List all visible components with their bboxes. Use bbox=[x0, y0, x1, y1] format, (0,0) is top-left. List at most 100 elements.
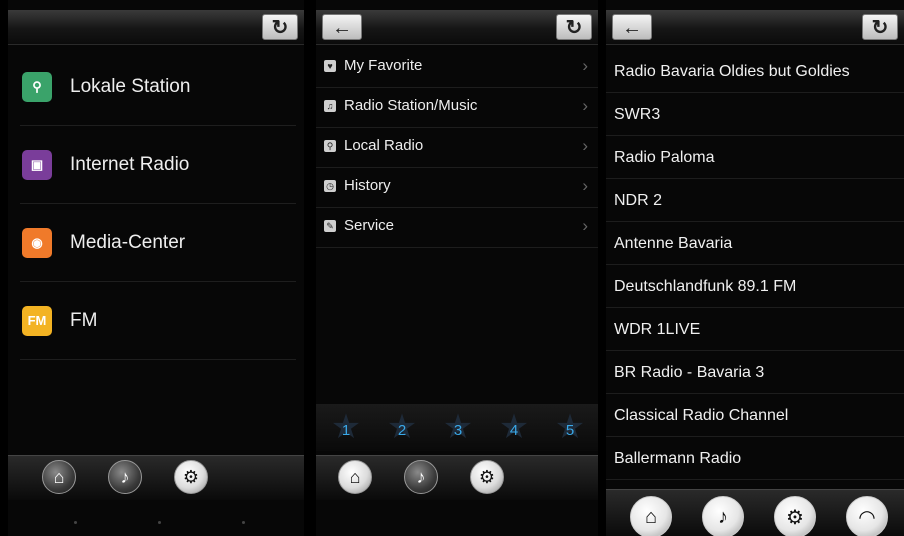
music-note-icon: ♪ bbox=[120, 466, 130, 487]
home-button[interactable]: ⌂ bbox=[42, 460, 76, 494]
station-name: Radio Paloma bbox=[614, 149, 715, 166]
page-indicator-dot bbox=[242, 521, 245, 524]
station-row[interactable]: Radio Bavaria Oldies but Goldies bbox=[606, 50, 904, 93]
station-row[interactable]: Classical Radio Channel bbox=[606, 394, 904, 437]
bottom-nav: ⌂ ♪ ⚙ bbox=[316, 455, 598, 500]
station-name: SWR3 bbox=[614, 106, 661, 123]
music-note-icon: ♪ bbox=[718, 505, 728, 528]
preset-button-1[interactable]: ★ 1 bbox=[318, 404, 374, 451]
menu-item-lokale-station[interactable]: ⚲ Lokale Station bbox=[20, 48, 296, 126]
refresh-icon: ↻ bbox=[271, 17, 289, 39]
refresh-button[interactable]: ↻ bbox=[556, 14, 592, 40]
back-arrow-icon: ← bbox=[332, 17, 352, 39]
station-row[interactable]: Ballermann Radio bbox=[606, 437, 904, 480]
chevron-right-icon: › bbox=[582, 96, 588, 115]
station-row[interactable]: BR Radio - Bavaria 3 bbox=[606, 351, 904, 394]
station-row[interactable]: Radio Paloma bbox=[606, 136, 904, 179]
menu-item-internet-radio[interactable]: ▣ Internet Radio bbox=[20, 126, 296, 204]
wifi-settings-button[interactable]: ◠ bbox=[846, 496, 888, 536]
menu-item-fm[interactable]: FM FM bbox=[20, 282, 296, 360]
preset-button-5[interactable]: ★ 5 bbox=[542, 404, 598, 451]
top-bar: ↻ bbox=[8, 10, 304, 45]
preset-button-4[interactable]: ★ 4 bbox=[486, 404, 542, 451]
chevron-right-icon: › bbox=[582, 56, 588, 75]
menu-item-my-favorite[interactable]: ♥ My Favorite › bbox=[316, 48, 598, 88]
heart-icon: ♥ bbox=[324, 60, 336, 72]
top-bar: ← ↻ bbox=[606, 10, 904, 45]
refresh-icon: ↻ bbox=[565, 17, 583, 39]
chevron-right-icon: › bbox=[582, 216, 588, 235]
back-button[interactable]: ← bbox=[322, 14, 362, 40]
station-row[interactable]: WDR 1LIVE bbox=[606, 308, 904, 351]
menu-item-label: History bbox=[344, 177, 391, 194]
music-button[interactable]: ♪ bbox=[404, 460, 438, 494]
menu-item-service[interactable]: ✎ Service › bbox=[316, 208, 598, 248]
gear-icon: ⚙ bbox=[786, 506, 804, 529]
menu-item-label: Media-Center bbox=[70, 231, 186, 253]
chevron-right-icon: › bbox=[582, 136, 588, 155]
station-name: Deutschlandfunk 89.1 FM bbox=[614, 278, 797, 295]
station-name: NDR 2 bbox=[614, 192, 663, 209]
settings-button[interactable]: ⚙ bbox=[174, 460, 208, 494]
radio-menu-panel: ← ↻ ♥ My Favorite › ♫ Radio Station/Musi… bbox=[316, 0, 598, 536]
clock-icon: ◷ bbox=[324, 180, 336, 192]
disc-icon: ◉ bbox=[22, 227, 52, 258]
station-row[interactable]: Deutschlandfunk 89.1 FM bbox=[606, 265, 904, 308]
station-name: WDR 1LIVE bbox=[614, 321, 701, 338]
wifi-icon: ◠ bbox=[858, 506, 876, 529]
station-row[interactable]: NDR 2 bbox=[606, 179, 904, 222]
preset-bar: ★ 1 ★ 2 ★ 3 ★ 4 ★ 5 bbox=[316, 404, 598, 451]
back-button[interactable]: ← bbox=[612, 14, 652, 40]
preset-number: 4 bbox=[509, 422, 519, 439]
station-row[interactable]: Antenne Bavaria bbox=[606, 222, 904, 265]
menu-item-label: Local Radio bbox=[344, 137, 424, 154]
menu-item-label: Service bbox=[344, 217, 395, 234]
station-name: Classical Radio Channel bbox=[614, 407, 789, 424]
preset-button-2[interactable]: ★ 2 bbox=[374, 404, 430, 451]
menu-item-label: Radio Station/Music bbox=[344, 97, 478, 114]
preset-button-3[interactable]: ★ 3 bbox=[430, 404, 486, 451]
preset-number: 5 bbox=[565, 422, 575, 439]
radio-icon: ▣ bbox=[22, 149, 52, 180]
station-name: Radio Bavaria Oldies but Goldies bbox=[614, 63, 850, 80]
refresh-icon: ↻ bbox=[871, 17, 889, 39]
menu-item-radio-station-music[interactable]: ♫ Radio Station/Music › bbox=[316, 88, 598, 128]
station-name: Antenne Bavaria bbox=[614, 235, 733, 252]
page-indicator-dot bbox=[74, 521, 77, 524]
top-bar: ← ↻ bbox=[316, 10, 598, 45]
settings-button[interactable]: ⚙ bbox=[774, 496, 816, 536]
menu-item-history[interactable]: ◷ History › bbox=[316, 168, 598, 208]
preset-number: 3 bbox=[453, 422, 463, 439]
location-icon: ⚲ bbox=[324, 140, 336, 152]
location-pin-icon: ⚲ bbox=[22, 71, 52, 102]
chevron-right-icon: › bbox=[582, 176, 588, 195]
menu-item-media-center[interactable]: ◉ Media-Center bbox=[20, 204, 296, 282]
settings-button[interactable]: ⚙ bbox=[470, 460, 504, 494]
menu-item-label: FM bbox=[70, 309, 98, 331]
menu-item-label: Lokale Station bbox=[70, 75, 191, 97]
gear-icon: ⚙ bbox=[478, 466, 496, 487]
station-row[interactable]: SWR3 bbox=[606, 93, 904, 136]
home-button[interactable]: ⌂ bbox=[630, 496, 672, 536]
refresh-button[interactable]: ↻ bbox=[262, 14, 298, 40]
bottom-nav: ⌂ ♪ ⚙ bbox=[8, 455, 304, 500]
music-note-icon: ♫ bbox=[324, 100, 336, 112]
home-icon: ⌂ bbox=[53, 466, 65, 487]
gear-icon: ⚙ bbox=[182, 466, 200, 487]
menu-item-local-radio[interactable]: ⚲ Local Radio › bbox=[316, 128, 598, 168]
home-icon: ⌂ bbox=[349, 466, 361, 487]
menu-item-label: Internet Radio bbox=[70, 153, 190, 175]
menu-item-label: My Favorite bbox=[344, 57, 423, 74]
home-button[interactable]: ⌂ bbox=[338, 460, 372, 494]
service-icon: ✎ bbox=[324, 220, 336, 232]
main-menu-panel: ↻ ⚲ Lokale Station ▣ Internet Radio ◉ Me… bbox=[8, 0, 304, 536]
music-button[interactable]: ♪ bbox=[702, 496, 744, 536]
station-list-panel: ← ↻ Radio Bavaria Oldies but Goldies SWR… bbox=[606, 0, 904, 536]
music-button[interactable]: ♪ bbox=[108, 460, 142, 494]
refresh-button[interactable]: ↻ bbox=[862, 14, 898, 40]
home-icon: ⌂ bbox=[644, 505, 658, 528]
fm-icon: FM bbox=[22, 305, 52, 336]
station-name: Ballermann Radio bbox=[614, 450, 742, 467]
back-arrow-icon: ← bbox=[622, 17, 642, 39]
preset-number: 2 bbox=[397, 422, 407, 439]
